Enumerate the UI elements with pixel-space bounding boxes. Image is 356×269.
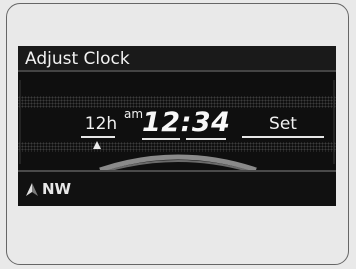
compass-arrow-icon — [26, 183, 38, 196]
minute-underline — [186, 138, 226, 140]
screen-title: Adjust Clock — [18, 46, 336, 72]
selection-cursor-icon — [93, 141, 101, 149]
status-bar: NW — [18, 172, 336, 206]
meridiem-indicator: am — [124, 107, 144, 121]
compass-heading: NW — [42, 180, 72, 198]
hour-mode-underline — [81, 136, 115, 138]
dot-pattern-bottom — [18, 142, 336, 152]
hour-underline — [142, 138, 180, 140]
set-button[interactable]: Set — [242, 114, 324, 134]
set-underline — [242, 136, 324, 138]
clock-display-screen: Adjust Clock 12h am 12:34 Set NW — [18, 46, 336, 206]
clock-time[interactable]: 12:34 — [142, 107, 230, 138]
hour-mode-field[interactable]: 12h — [84, 114, 118, 134]
